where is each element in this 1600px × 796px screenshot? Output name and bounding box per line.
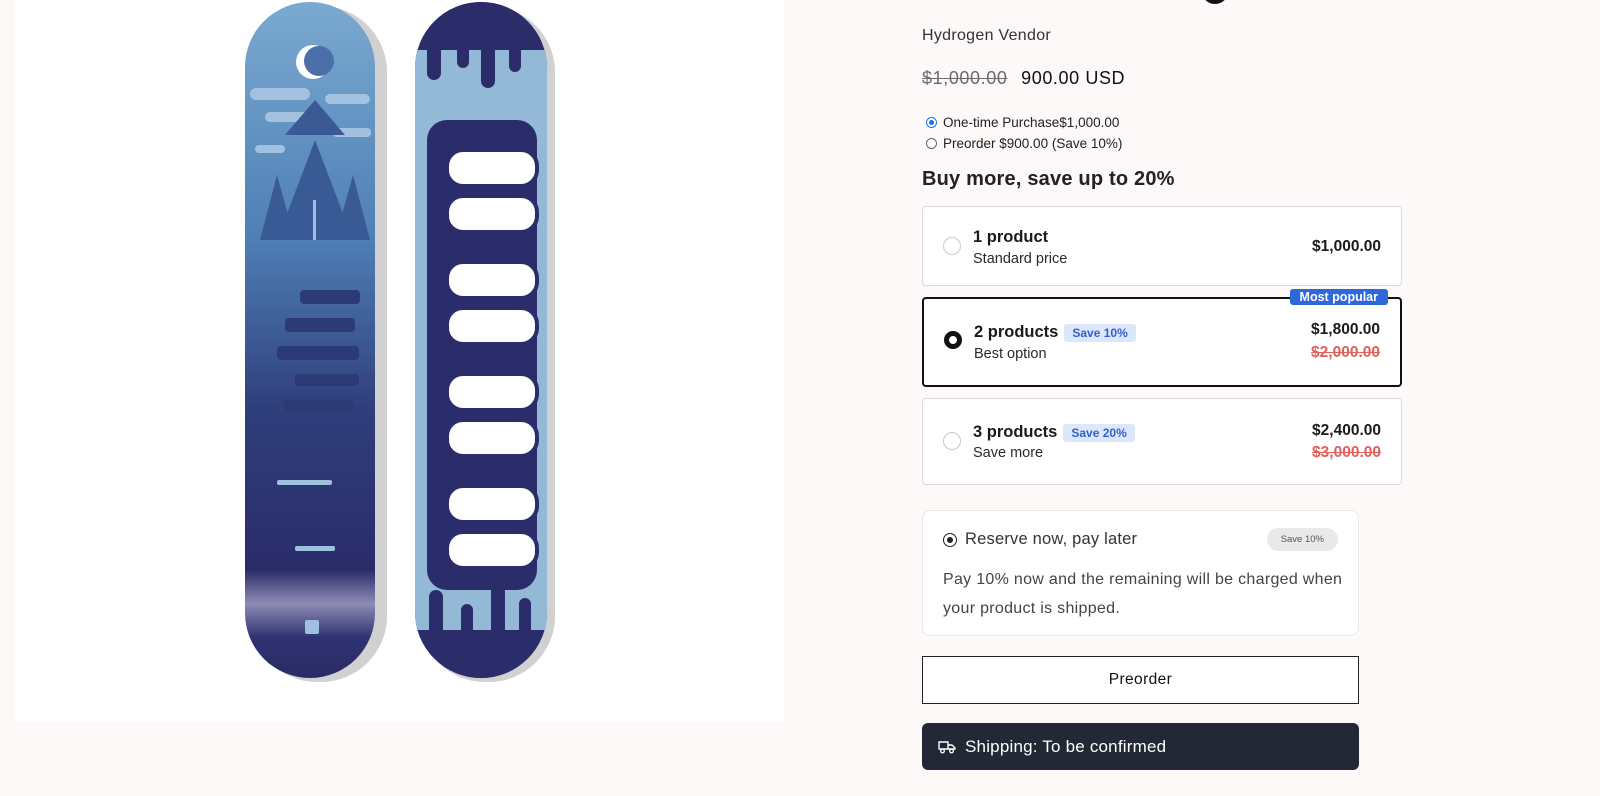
purchase-option-label: One-time Purchase$1,000.00: [943, 115, 1120, 130]
sale-price: 900.00 USD: [1021, 68, 1126, 88]
shipping-label: Shipping: To be confirmed: [965, 736, 1167, 756]
purchase-option-preorder[interactable]: Preorder $900.00 (Save 10%): [926, 136, 1122, 151]
right-snowboard: [415, 2, 547, 678]
bundle-option-compare-price: $3,000.00: [1312, 444, 1381, 461]
truck-icon: [938, 740, 956, 753]
radio-icon[interactable]: [944, 331, 962, 349]
product-vendor: Hydrogen Vendor: [922, 27, 1052, 44]
radio-icon[interactable]: [926, 117, 937, 128]
purchase-option-label: Preorder $900.00 (Save 10%): [943, 136, 1123, 151]
radio-icon[interactable]: [943, 237, 961, 255]
product-title-fragment: [1200, 0, 1230, 4]
radio-icon[interactable]: [926, 138, 937, 149]
bundle-option-subtitle: Save more: [973, 445, 1044, 461]
compare-at-price: $1,000.00: [922, 68, 1008, 88]
bundle-option-2[interactable]: Most popular 2 products Save 10% Best op…: [922, 289, 1402, 387]
reserve-save-badge: Save 10%: [1266, 528, 1338, 551]
save-badge: Save 20%: [1063, 423, 1135, 442]
bundle-option-price: $1,000.00: [1312, 238, 1381, 255]
bundle-heading: Buy more, save up to 20%: [922, 168, 1175, 190]
shipping-status-bar: Shipping: To be confirmed: [922, 723, 1359, 770]
bundle-option-subtitle: Standard price: [973, 251, 1068, 267]
left-snowboard: [245, 2, 375, 678]
bundle-option-compare-price: $2,000.00: [1311, 344, 1380, 361]
radio-icon[interactable]: [943, 533, 957, 547]
reserve-now-card[interactable]: Reserve now, pay later Save 10% Pay 10% …: [922, 510, 1359, 636]
most-popular-ribbon: Most popular: [1289, 289, 1388, 305]
bundle-option-1[interactable]: 1 product Standard price $1,000.00: [922, 206, 1402, 286]
bundle-option-title: 2 products Save 10%: [974, 323, 1136, 342]
bundle-option-price: $1,800.00: [1311, 321, 1380, 338]
product-media[interactable]: [15, 0, 784, 722]
purchase-option-onetime[interactable]: One-time Purchase$1,000.00: [926, 115, 1119, 130]
bundle-option-3[interactable]: 3 products Save 20% Save more $2,400.00 …: [922, 398, 1402, 485]
bundle-option-title: 3 products Save 20%: [973, 423, 1135, 442]
save-badge: Save 10%: [1064, 323, 1136, 342]
reserve-description: Pay 10% now and the remaining will be ch…: [943, 571, 1343, 617]
radio-icon[interactable]: [943, 432, 961, 450]
bundle-option-price: $2,400.00: [1312, 422, 1381, 439]
snowboard-image: [245, 2, 555, 682]
price-row: $1,000.00 900.00 USD: [922, 68, 1125, 89]
preorder-button[interactable]: Preorder: [922, 656, 1359, 704]
reserve-title: Reserve now, pay later: [965, 530, 1138, 548]
bundle-option-title: 1 product: [973, 228, 1049, 246]
bundle-option-subtitle: Best option: [974, 346, 1047, 362]
